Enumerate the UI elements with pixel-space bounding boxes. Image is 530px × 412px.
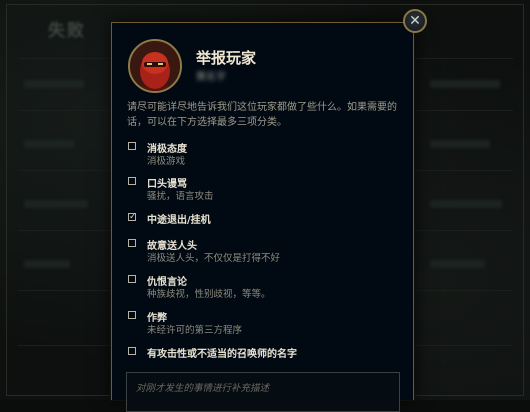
checkbox[interactable] [128,311,136,319]
reported-player-name: 赛名字 [196,72,226,83]
background-blur [430,140,490,148]
close-button[interactable]: ✕ [403,9,427,33]
checkbox[interactable] [128,142,136,150]
background-blur [24,200,88,208]
close-icon: ✕ [409,13,421,29]
checkbox[interactable] [128,347,136,355]
checkbox-checked[interactable]: ✓ [128,212,137,222]
background-blur [24,80,84,88]
option-title: 有攻击性或不适当的召唤师的名字 [147,349,297,360]
option-description: 消极游戏 [147,156,186,167]
dialog-title: 举报玩家 [196,49,257,67]
background-blur [24,260,70,268]
option-description: 骚扰，语言攻击 [147,191,214,202]
background-blur [430,260,485,268]
checkbox[interactable] [128,275,136,283]
background-title: 失败 [48,21,86,41]
option-title: 中途退出/挂机 [147,215,211,226]
checkmark-icon: ✓ [129,212,137,222]
background-blur [430,200,502,208]
comment-placeholder: 对刚才发生的事情进行补充描述 [136,383,270,394]
option-description: 未经许可的第三方程序 [147,325,243,336]
background-blur [24,140,74,148]
comment-textarea[interactable]: 对刚才发生的事情进行补充描述 [126,372,400,412]
avatar-image [130,41,180,91]
background-blur [430,80,500,88]
report-player-dialog: 举报玩家 赛名字 请尽可能详尽地告诉我们这位玩家都做了些什么。如果需要的话，可以… [111,22,414,412]
option-description: 消极送人头，不仅仅是打得不好 [147,253,281,264]
champion-avatar [128,39,182,93]
report-instructions: 请尽可能详尽地告诉我们这位玩家都做了些什么。如果需要的话，可以在下方选择最多三项… [127,102,397,128]
option-description: 种族歧视，性别歧视，等等。 [147,289,271,300]
checkbox[interactable] [128,239,136,247]
checkbox[interactable] [128,177,136,185]
